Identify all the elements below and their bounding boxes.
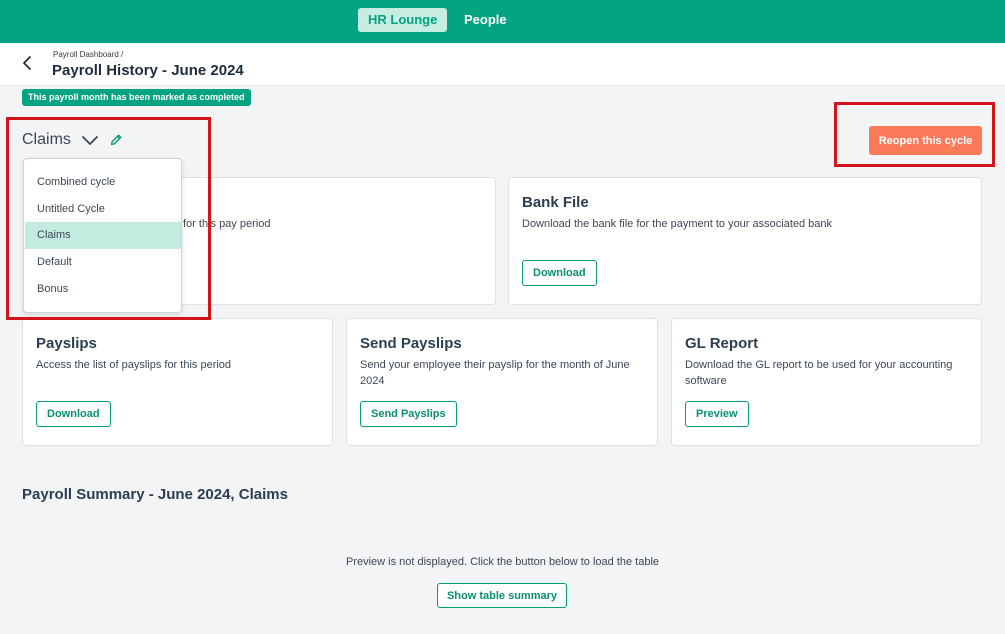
card-title: GL Report [685,335,759,352]
status-badge: This payroll month has been marked as co… [22,89,251,106]
send-payslips-button[interactable]: Send Payslips [360,401,457,427]
card-desc: Access the list of payslips for this per… [36,359,232,371]
card-bank-file: Bank File Download the bank file for the… [508,177,982,305]
card-send-payslips: Send Payslips Send your employee their p… [346,318,658,446]
payslips-download-button[interactable]: Download [36,401,111,427]
page-title: Payroll History - June 2024 [52,62,244,79]
show-table-summary-button[interactable]: Show table summary [437,583,567,608]
card-payslips: Payslips Access the list of payslips for… [22,318,333,446]
card-gl-report: GL Report Download the GL report to be u… [671,318,982,446]
payroll-summary-title: Payroll Summary - June 2024, Claims [22,486,288,503]
card-desc: Send your employee their payslip for the… [360,359,630,387]
gl-report-preview-button[interactable]: Preview [685,401,749,427]
bank-file-download-button[interactable]: Download [522,260,597,286]
tab-people[interactable]: People [454,8,517,32]
card-desc: Download the bank file for the payment t… [522,218,833,230]
preview-note: Preview is not displayed. Click the butt… [345,556,660,568]
top-nav-bar: HR Lounge People [0,0,1005,43]
page-header: Payroll Dashboard / Payroll History - Ju… [0,43,1005,86]
back-arrow-icon[interactable] [20,54,36,72]
highlight-box-cycle-dropdown [6,117,211,320]
card-title: Payslips [36,335,97,352]
tab-hr-lounge[interactable]: HR Lounge [358,8,448,32]
card-desc: Download the GL report to be used for yo… [685,359,953,387]
highlight-box-reopen-button [834,102,995,167]
card-title: Send Payslips [360,335,462,352]
card-title: Bank File [522,194,589,211]
breadcrumb[interactable]: Payroll Dashboard / [53,50,123,59]
